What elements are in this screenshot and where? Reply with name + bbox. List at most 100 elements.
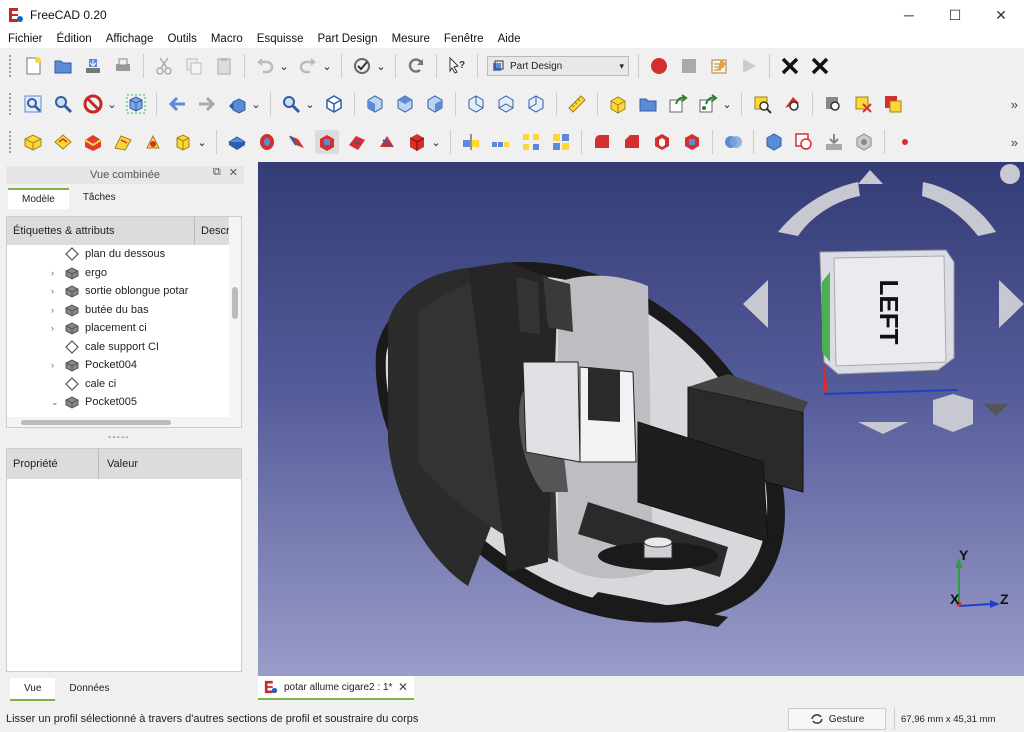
whats-this-button[interactable]: ? bbox=[445, 54, 469, 78]
3d-scene[interactable]: LEFT Y X Z bbox=[258, 162, 1024, 676]
toolbar-grip[interactable] bbox=[8, 54, 12, 78]
menu-aide[interactable]: Aide bbox=[491, 30, 528, 48]
draft-button[interactable] bbox=[650, 130, 674, 154]
toolbar-grip[interactable] bbox=[8, 130, 12, 154]
tree-header-description[interactable]: Description bbox=[195, 225, 231, 237]
draw-style-button[interactable] bbox=[81, 92, 105, 116]
std-view-menu-button[interactable] bbox=[225, 92, 249, 116]
polar-pattern-button[interactable] bbox=[519, 130, 543, 154]
thickness-button[interactable] bbox=[680, 130, 704, 154]
mirrored-button[interactable] bbox=[459, 130, 483, 154]
boolean-button[interactable] bbox=[721, 130, 745, 154]
menu-affichage[interactable]: Affichage bbox=[99, 30, 161, 48]
std-view-dropdown[interactable]: ⌄ bbox=[250, 92, 262, 116]
create-sketch-button[interactable] bbox=[51, 130, 75, 154]
tree-expand-icon[interactable]: › bbox=[51, 268, 61, 278]
view-front-button[interactable] bbox=[363, 92, 387, 116]
scrollbar-thumb[interactable] bbox=[21, 420, 171, 425]
scrollbar-thumb[interactable] bbox=[232, 287, 238, 319]
datum-dropdown[interactable]: ⌄ bbox=[196, 130, 208, 154]
combo-view-title-bar[interactable]: Vue combinée ⧉ ✕ bbox=[6, 166, 244, 184]
nav-3d-view-icon[interactable] bbox=[933, 394, 973, 432]
sketch-tool-2-button[interactable] bbox=[851, 92, 875, 116]
pad-button[interactable] bbox=[225, 130, 249, 154]
fit-selection-button[interactable] bbox=[51, 92, 75, 116]
workbench-selector[interactable]: Part Design ▾ bbox=[487, 56, 629, 76]
view-top-button[interactable] bbox=[393, 92, 417, 116]
recompute-dropdown[interactable]: ⌄ bbox=[375, 54, 387, 78]
maximize-button[interactable]: ☐ bbox=[932, 0, 978, 30]
part-box-button[interactable] bbox=[762, 130, 786, 154]
tree-item[interactable]: › butée du bas bbox=[7, 301, 241, 320]
menu-part-design[interactable]: Part Design bbox=[310, 30, 384, 48]
bounding-box-button[interactable] bbox=[124, 92, 148, 116]
minimize-button[interactable]: ─ bbox=[886, 0, 932, 30]
macro-x-button-1[interactable] bbox=[778, 54, 802, 78]
tree-item[interactable]: › placement ci bbox=[7, 319, 241, 338]
toolbar-overflow-button[interactable]: » bbox=[1011, 135, 1018, 150]
create-link-button[interactable] bbox=[666, 92, 690, 116]
tree-expand-icon[interactable]: › bbox=[51, 286, 61, 296]
clone-button[interactable] bbox=[171, 130, 195, 154]
redo-button[interactable] bbox=[296, 54, 320, 78]
recompute-button[interactable] bbox=[350, 54, 374, 78]
view-forward-button[interactable] bbox=[195, 92, 219, 116]
menu-macro[interactable]: Macro bbox=[204, 30, 250, 48]
draw-style-dropdown[interactable]: ⌄ bbox=[106, 92, 118, 116]
macro-run-button[interactable] bbox=[737, 54, 761, 78]
redo-dropdown[interactable]: ⌄ bbox=[321, 54, 333, 78]
new-file-button[interactable] bbox=[21, 54, 45, 78]
nav-rotate-right-icon[interactable] bbox=[922, 182, 996, 236]
macro-record-button[interactable] bbox=[647, 54, 671, 78]
view-zoom-button[interactable] bbox=[279, 92, 303, 116]
menu-fichier[interactable]: Fichier bbox=[0, 30, 50, 48]
view-isometric-button[interactable] bbox=[322, 92, 346, 116]
tree-header-labels[interactable]: Étiquettes & attributs bbox=[7, 217, 195, 245]
shaft-wizard-button[interactable] bbox=[852, 130, 876, 154]
additive-loft-button[interactable] bbox=[285, 130, 309, 154]
revolution-button[interactable] bbox=[255, 130, 279, 154]
hole-button[interactable] bbox=[345, 130, 369, 154]
property-header-name[interactable]: Propriété bbox=[7, 449, 99, 479]
navigation-cube[interactable]: LEFT bbox=[743, 164, 1024, 434]
point-button[interactable] bbox=[893, 130, 917, 154]
macro-x-button-2[interactable] bbox=[808, 54, 832, 78]
groove-button[interactable] bbox=[375, 130, 399, 154]
macro-stop-button[interactable] bbox=[677, 54, 701, 78]
nav-pan-right-icon[interactable] bbox=[999, 280, 1024, 328]
tree-item[interactable]: › ergo bbox=[7, 264, 241, 283]
subtractive-dropdown[interactable]: ⌄ bbox=[430, 130, 442, 154]
refresh-button[interactable] bbox=[404, 54, 428, 78]
property-header-value[interactable]: Valeur bbox=[99, 458, 138, 470]
print-button[interactable] bbox=[111, 54, 135, 78]
save-button[interactable] bbox=[81, 54, 105, 78]
tree-expand-icon[interactable]: ⌄ bbox=[51, 397, 61, 408]
tree-item[interactable]: › sortie oblongue potar bbox=[7, 282, 241, 301]
view-bottom-button[interactable] bbox=[494, 92, 518, 116]
create-sublink-button[interactable] bbox=[696, 92, 720, 116]
tree-expand-icon[interactable]: › bbox=[51, 323, 61, 333]
fit-all-button[interactable] bbox=[21, 92, 45, 116]
subtractive-primitive-button[interactable] bbox=[405, 130, 429, 154]
tree-item[interactable]: plan du dessous bbox=[7, 245, 241, 264]
macro-edit-button[interactable] bbox=[707, 54, 731, 78]
tab-donnees[interactable]: Données bbox=[55, 678, 123, 701]
linear-pattern-button[interactable] bbox=[489, 130, 513, 154]
nav-pan-left-icon[interactable] bbox=[743, 280, 768, 328]
tree-expand-icon[interactable]: › bbox=[51, 305, 61, 315]
undo-dropdown[interactable]: ⌄ bbox=[278, 54, 290, 78]
create-group-button[interactable] bbox=[636, 92, 660, 116]
menu-fenetre[interactable]: Fenêtre bbox=[437, 30, 491, 48]
dock-close-button[interactable]: ✕ bbox=[229, 166, 238, 179]
document-tab[interactable]: potar allume cigare2 : 1* ✕ bbox=[258, 676, 414, 700]
view-rear-button[interactable] bbox=[464, 92, 488, 116]
menu-outils[interactable]: Outils bbox=[160, 30, 203, 48]
link-dropdown[interactable]: ⌄ bbox=[721, 92, 733, 116]
menu-edition[interactable]: Édition bbox=[50, 30, 99, 48]
tree-horizontal-scrollbar[interactable] bbox=[7, 417, 231, 427]
toolbar-grip[interactable] bbox=[8, 92, 12, 116]
nav-dropdown-icon[interactable] bbox=[984, 404, 1008, 416]
undo-button[interactable] bbox=[253, 54, 277, 78]
sketch-tool-3-button[interactable] bbox=[881, 92, 905, 116]
3d-viewport[interactable]: LEFT Y X Z bbox=[258, 162, 1024, 676]
